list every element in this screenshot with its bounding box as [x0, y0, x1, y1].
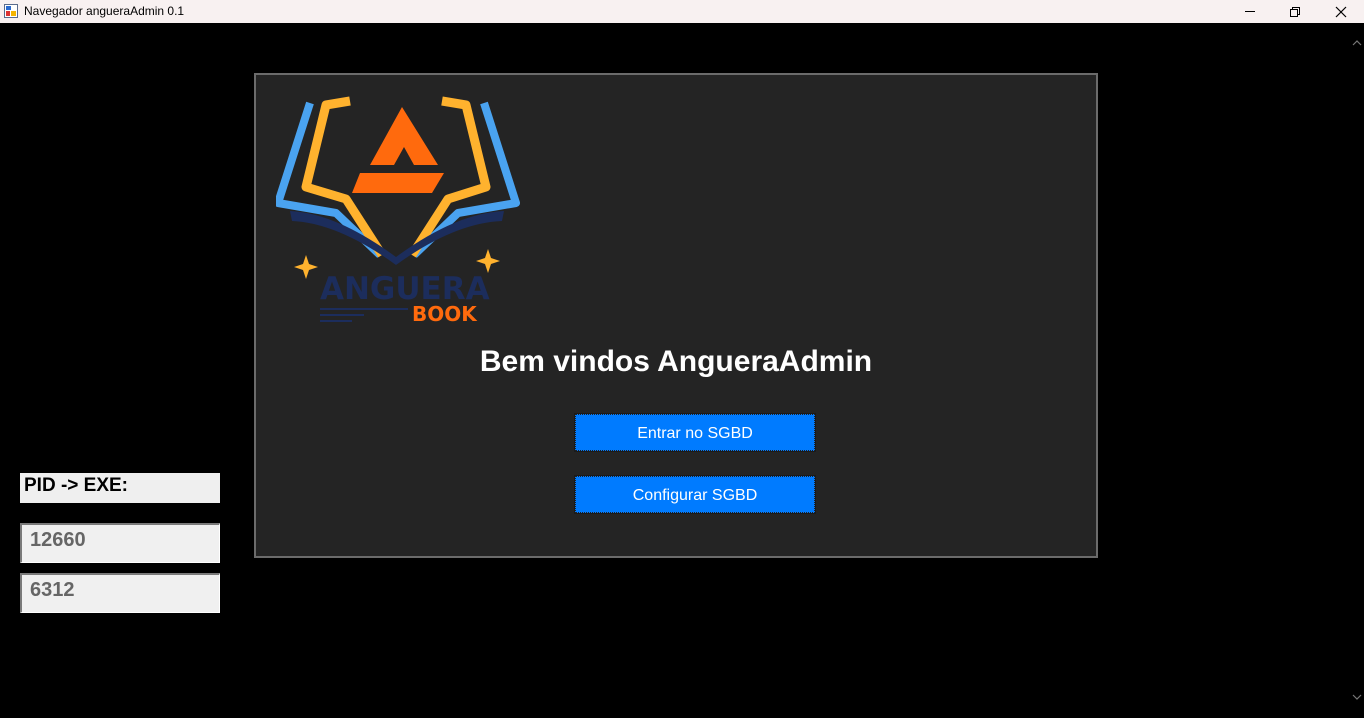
- enter-sgbd-button[interactable]: Entrar no SGBD: [574, 413, 816, 452]
- window-title: Navegador angueraAdmin 0.1: [24, 4, 185, 18]
- restore-icon: [1290, 7, 1300, 17]
- restore-button[interactable]: [1272, 0, 1318, 23]
- welcome-panel: ANGUERA BOOK Bem vindos AngueraAdmin Ent…: [254, 73, 1098, 558]
- scroll-up-arrow[interactable]: [1350, 36, 1364, 50]
- anguera-book-logo: ANGUERA BOOK: [276, 96, 520, 326]
- welcome-heading: Bem vindos AngueraAdmin: [479, 345, 873, 378]
- close-button[interactable]: [1318, 0, 1364, 23]
- pid-exe-label: PID -> EXE:: [20, 473, 220, 503]
- pid-value-field: 6312: [20, 573, 220, 613]
- title-bar: Navegador angueraAdmin 0.1: [0, 0, 1364, 23]
- scroll-down-arrow[interactable]: [1350, 690, 1364, 704]
- app-window-icon: [4, 4, 18, 18]
- logo-brand-sub: BOOK: [412, 302, 478, 326]
- minimize-button[interactable]: [1227, 0, 1273, 23]
- minimize-icon: [1245, 11, 1255, 12]
- close-icon: [1335, 6, 1347, 18]
- pid-value-field: 12660: [20, 523, 220, 563]
- configure-sgbd-button[interactable]: Configurar SGBD: [574, 475, 816, 514]
